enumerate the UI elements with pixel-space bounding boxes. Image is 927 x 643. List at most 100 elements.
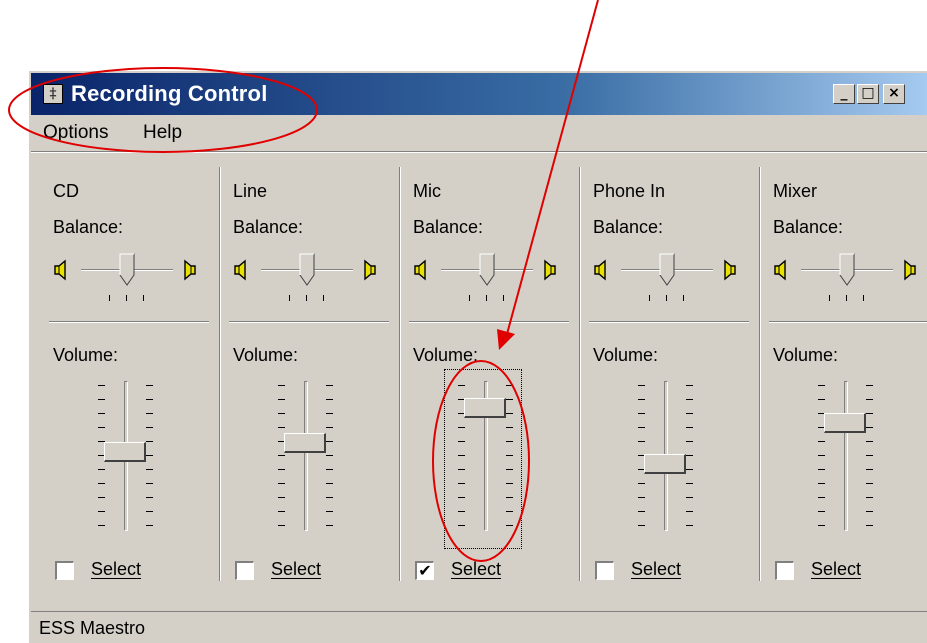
balance-label: Balance: bbox=[53, 217, 124, 237]
balance-label: Balance: bbox=[773, 217, 844, 237]
title-bar[interactable]: ‡ Recording Control _ □ × bbox=[31, 73, 927, 115]
volume-tick bbox=[326, 399, 333, 400]
volume-tick bbox=[686, 469, 693, 470]
balance-slider-thumb[interactable] bbox=[659, 253, 675, 287]
balance-tick bbox=[503, 295, 504, 301]
volume-tick bbox=[866, 455, 873, 456]
balance-slider-thumb[interactable] bbox=[839, 253, 855, 287]
balance-slider-thumb[interactable] bbox=[479, 253, 495, 287]
volume-slider-thumb[interactable] bbox=[644, 454, 686, 475]
volume-label: Volume: bbox=[593, 345, 659, 365]
volume-tick bbox=[146, 483, 153, 484]
volume-tick bbox=[326, 483, 333, 484]
channel-name: CD bbox=[53, 181, 79, 201]
volume-label: Volume: bbox=[413, 345, 479, 365]
select-checkbox[interactable] bbox=[595, 561, 614, 580]
volume-tick bbox=[146, 413, 153, 414]
balance-tick bbox=[306, 295, 307, 301]
volume-tick bbox=[638, 497, 645, 498]
volume-tick bbox=[818, 511, 825, 512]
volume-tick bbox=[146, 441, 153, 442]
volume-tick bbox=[818, 497, 825, 498]
volume-tick bbox=[146, 497, 153, 498]
balance-label: Balance: bbox=[413, 217, 484, 237]
volume-tick bbox=[278, 413, 285, 414]
left-speaker-icon bbox=[233, 259, 249, 281]
volume-tick bbox=[818, 469, 825, 470]
balance-tick bbox=[486, 295, 487, 301]
balance-tick bbox=[649, 295, 650, 301]
volume-slider-thumb[interactable] bbox=[284, 432, 326, 453]
volume-tick bbox=[866, 511, 873, 512]
volume-tick bbox=[638, 385, 645, 386]
select-checkbox[interactable] bbox=[235, 561, 254, 580]
window-title: Recording Control bbox=[71, 81, 268, 106]
right-speaker-icon bbox=[541, 259, 557, 281]
balance-tick bbox=[323, 295, 324, 301]
recording-control-window: ‡ Recording Control _ □ × Options Help C… bbox=[28, 70, 927, 643]
right-speaker-icon bbox=[721, 259, 737, 281]
right-speaker-icon bbox=[901, 259, 917, 281]
section-divider bbox=[769, 321, 927, 323]
volume-tick bbox=[326, 427, 333, 428]
volume-tick bbox=[98, 525, 105, 526]
volume-label: Volume: bbox=[773, 345, 839, 365]
volume-tick bbox=[866, 385, 873, 386]
volume-track bbox=[304, 381, 308, 531]
left-speaker-icon bbox=[593, 259, 609, 281]
balance-tick bbox=[846, 295, 847, 301]
volume-slider-thumb[interactable] bbox=[104, 441, 146, 462]
volume-tick bbox=[326, 413, 333, 414]
volume-tick bbox=[638, 483, 645, 484]
left-speaker-icon bbox=[773, 259, 789, 281]
section-divider bbox=[409, 321, 569, 323]
volume-tick bbox=[98, 497, 105, 498]
menu-help-label: Help bbox=[143, 122, 183, 143]
select-label: Select bbox=[271, 559, 322, 579]
volume-tick bbox=[818, 483, 825, 484]
section-divider bbox=[49, 321, 209, 323]
volume-tick bbox=[686, 413, 693, 414]
volume-tick bbox=[686, 455, 693, 456]
volume-slider-thumb[interactable] bbox=[824, 412, 866, 433]
volume-tick bbox=[818, 525, 825, 526]
select-checkbox[interactable] bbox=[775, 561, 794, 580]
volume-track bbox=[844, 381, 848, 531]
volume-tick bbox=[866, 469, 873, 470]
channel-strip: Line Balance: Volume: Select bbox=[209, 155, 389, 591]
volume-tick bbox=[278, 497, 285, 498]
menu-help[interactable]: Help bbox=[143, 122, 182, 144]
volume-tick bbox=[866, 525, 873, 526]
balance-slider-thumb[interactable] bbox=[299, 253, 315, 287]
volume-tick bbox=[818, 441, 825, 442]
close-button[interactable]: × bbox=[883, 84, 905, 104]
channel-name: Mixer bbox=[773, 181, 817, 201]
volume-tick bbox=[638, 511, 645, 512]
volume-tick bbox=[686, 511, 693, 512]
right-speaker-icon bbox=[181, 259, 197, 281]
balance-slider-thumb[interactable] bbox=[119, 253, 135, 287]
volume-tick bbox=[326, 385, 333, 386]
select-label: Select bbox=[631, 559, 682, 579]
maximize-button[interactable]: □ bbox=[857, 84, 879, 104]
select-checkbox[interactable] bbox=[55, 561, 74, 580]
volume-tick bbox=[818, 385, 825, 386]
balance-tick bbox=[683, 295, 684, 301]
volume-tick bbox=[686, 441, 693, 442]
menu-bar: Options Help bbox=[31, 117, 927, 149]
volume-tick bbox=[686, 399, 693, 400]
menu-options-label: Options bbox=[43, 122, 109, 143]
channel-name: Phone In bbox=[593, 181, 666, 201]
volume-tick bbox=[326, 511, 333, 512]
volume-tick bbox=[278, 483, 285, 484]
volume-tick bbox=[146, 525, 153, 526]
menu-options[interactable]: Options bbox=[43, 122, 108, 144]
volume-tick bbox=[866, 427, 873, 428]
volume-tick bbox=[278, 511, 285, 512]
volume-tick bbox=[818, 399, 825, 400]
select-checkbox[interactable]: ✔ bbox=[415, 561, 434, 580]
volume-tick bbox=[866, 497, 873, 498]
mixer-app-icon[interactable]: ‡ bbox=[43, 84, 63, 104]
minimize-button[interactable]: _ bbox=[833, 84, 855, 104]
volume-tick bbox=[146, 469, 153, 470]
